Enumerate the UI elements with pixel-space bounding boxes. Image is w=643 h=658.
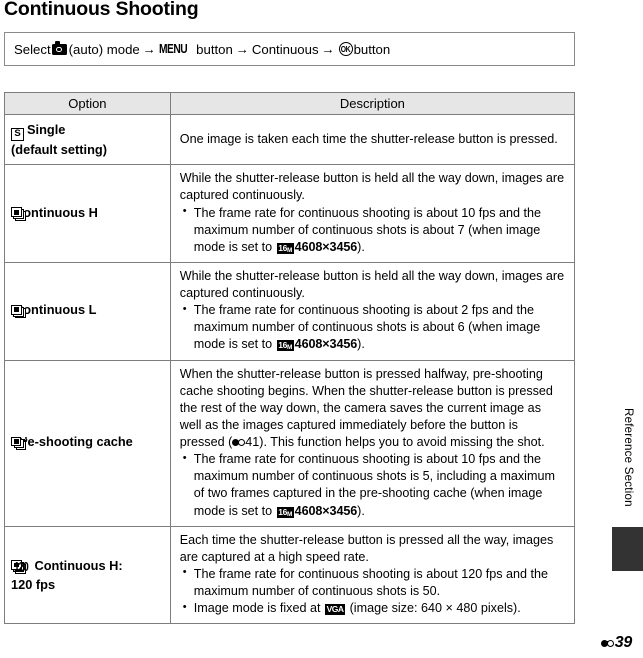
image-mode-chip: 16M [276, 506, 294, 518]
description-text: While the shutter-release button is held… [179, 171, 565, 203]
navigation-path-box: Select (auto) mode → MENU button → Conti… [4, 32, 575, 66]
option-label: Single [27, 122, 66, 138]
description-text-part-b: ). This function helps you to avoid miss… [259, 435, 545, 450]
column-header-option: Option [4, 91, 171, 116]
list-item: The frame rate for continuous shooting i… [180, 302, 566, 353]
table-row: Pre-shooting cache When the shutter-rele… [4, 359, 576, 527]
description-bullet-list: The frame rate for continuous shooting i… [180, 565, 566, 617]
side-thumb-index-tab [612, 527, 643, 571]
description-bullet-list: The frame rate for continuous shooting i… [180, 302, 566, 353]
table-row: 120 Continuous H: 120 fps Each time the s… [4, 525, 576, 625]
description-text: While the shutter-release button is held… [179, 268, 565, 301]
description-text: When the shutter-release button is press… [180, 366, 566, 452]
description-bullet-list: The frame rate for continuous shooting i… [180, 204, 566, 256]
camera-auto-mode-icon [51, 40, 67, 55]
image-mode-chip: 16M [276, 340, 294, 352]
bullet-text: The frame rate for continuous shooting i… [193, 303, 541, 352]
option-sublabel: 120 fps [11, 577, 56, 593]
path-prefix-label: Select [14, 41, 51, 57]
option-cell-continuous-h-120fps: 120 Continuous H: 120 fps [4, 525, 171, 625]
bullet-text: The frame rate for continuous shooting i… [193, 452, 555, 518]
reference-section-mark-icon [600, 639, 614, 648]
arrow-right-icon-3: → [321, 41, 335, 56]
ok-button-icon: OK [338, 42, 353, 56]
column-header-description: Description [169, 91, 576, 116]
image-size-value: 4608×3456 [294, 503, 358, 518]
reference-section-mark-icon [232, 438, 246, 447]
path-ok-button-label: button [353, 41, 391, 57]
continuous-120fps-icon: 120 [11, 557, 32, 577]
table-header-row: Option Description [4, 91, 576, 116]
single-shot-icon: S [11, 128, 24, 142]
description-text: One image is taken each time the shutter… [179, 131, 558, 146]
table-row: S Single (default setting) One image is t… [4, 114, 576, 166]
bullet-text-suffix: (image size: 640 × 480 pixels). [346, 601, 521, 616]
option-label: Continuous H: [34, 557, 123, 573]
list-item: The frame rate for continuous shooting i… [180, 565, 566, 600]
image-size-value: 4608×3456 [294, 337, 358, 352]
description-cell-pre-shooting-cache: When the shutter-release button is press… [169, 359, 576, 527]
bullet-text: Image mode is fixed at [193, 601, 324, 616]
description-text: Each time the shutter-release button is … [179, 532, 554, 564]
image-size-value: 4608×3456 [294, 239, 358, 254]
path-mode-label: (auto) mode [68, 41, 140, 57]
table-row: Continuous L While the shutter-release b… [4, 261, 576, 361]
description-cell-continuous-h-120fps: Each time the shutter-release button is … [169, 525, 576, 625]
reference-page-number: 41 [245, 435, 260, 450]
option-sublabel: (default setting) [11, 142, 107, 158]
option-cell-continuous-h: Continuous H [4, 164, 171, 263]
description-cell-continuous-h: While the shutter-release button is held… [169, 164, 576, 263]
list-item: The frame rate for continuous shooting i… [180, 451, 566, 520]
path-menu-button-label: button [196, 41, 233, 57]
option-cell-pre-shooting-cache: Pre-shooting cache [4, 359, 171, 527]
description-bullet-list: The frame rate for continuous shooting i… [180, 451, 566, 520]
table-row: Continuous H While the shutter-release b… [4, 164, 576, 263]
bullet-text-suffix: ). [357, 239, 365, 254]
list-item: Image mode is fixed at VGA (image size: … [180, 600, 566, 617]
bullet-text: The frame rate for continuous shooting i… [193, 205, 542, 254]
continuous-shooting-options-table: Option Description S Single (default sett… [4, 91, 576, 625]
list-item: The frame rate for continuous shooting i… [180, 204, 566, 256]
option-cell-single: S Single (default setting) [4, 114, 171, 166]
footer-page-indicator: 39 [600, 634, 633, 652]
bullet-text-suffix: ). [357, 337, 365, 352]
side-section-label: Reference Section [622, 408, 635, 507]
arrow-right-icon-2: → [235, 41, 249, 56]
path-continuous-label: Continuous [251, 41, 319, 57]
image-mode-chip: 16M [276, 242, 294, 254]
arrow-right-icon-1: → [142, 41, 156, 56]
description-cell-continuous-l: While the shutter-release button is held… [169, 261, 576, 361]
menu-button-icon: MENU [158, 42, 188, 56]
bullet-text: The frame rate for continuous shooting i… [193, 566, 549, 599]
option-label: Pre-shooting cache [14, 434, 133, 450]
page-title: Continuous Shooting [4, 0, 199, 20]
page-number: 39 [614, 634, 633, 651]
option-label: Continuous H [14, 204, 98, 220]
description-cell-single: One image is taken each time the shutter… [169, 114, 576, 166]
option-cell-continuous-l: Continuous L [4, 261, 171, 361]
image-mode-chip-vga: VGA [324, 604, 346, 616]
fps-number-label: 120 [14, 558, 29, 574]
option-label: Continuous L [14, 302, 97, 318]
bullet-text-suffix: ). [357, 503, 365, 518]
